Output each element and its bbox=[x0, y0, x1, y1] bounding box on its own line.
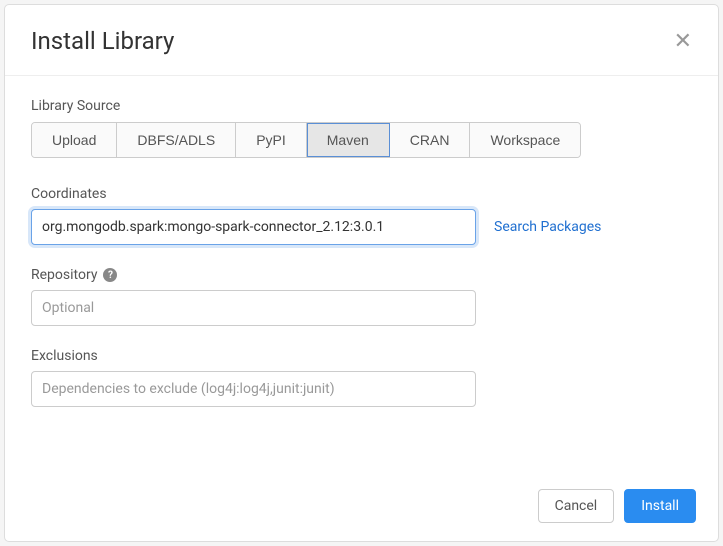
coordinates-input[interactable] bbox=[31, 209, 476, 245]
install-button[interactable]: Install bbox=[624, 489, 696, 523]
search-packages-link[interactable]: Search Packages bbox=[494, 219, 601, 235]
exclusions-section: Exclusions bbox=[31, 348, 692, 407]
library-source-tabs: Upload DBFS/ADLS PyPI Maven CRAN Workspa… bbox=[31, 122, 581, 158]
modal-body: Library Source Upload DBFS/ADLS PyPI Mav… bbox=[5, 76, 718, 475]
close-button[interactable]: ✕ bbox=[674, 30, 692, 52]
modal-header: Install Library ✕ bbox=[5, 5, 718, 76]
install-library-modal: Install Library ✕ Library Source Upload … bbox=[4, 4, 719, 542]
repository-section: Repository ? bbox=[31, 267, 692, 326]
repository-input[interactable] bbox=[31, 290, 476, 326]
cancel-button[interactable]: Cancel bbox=[538, 489, 615, 523]
tab-maven[interactable]: Maven bbox=[307, 123, 390, 157]
exclusions-input[interactable] bbox=[31, 371, 476, 407]
tab-pypi[interactable]: PyPI bbox=[236, 123, 307, 157]
tab-dbfs-adls[interactable]: DBFS/ADLS bbox=[117, 123, 236, 157]
library-source-label: Library Source bbox=[31, 98, 692, 114]
library-source-section: Library Source Upload DBFS/ADLS PyPI Mav… bbox=[31, 98, 692, 158]
close-icon: ✕ bbox=[674, 28, 692, 53]
tab-cran[interactable]: CRAN bbox=[390, 123, 471, 157]
coordinates-label: Coordinates bbox=[31, 186, 692, 202]
exclusions-label: Exclusions bbox=[31, 348, 692, 364]
tab-upload[interactable]: Upload bbox=[32, 123, 117, 157]
repository-label: Repository ? bbox=[31, 267, 692, 283]
repository-label-text: Repository bbox=[31, 267, 97, 283]
coordinates-section: Coordinates Search Packages bbox=[31, 186, 692, 245]
modal-footer: Cancel Install bbox=[5, 475, 718, 541]
help-icon[interactable]: ? bbox=[103, 268, 117, 282]
modal-title: Install Library bbox=[31, 27, 174, 55]
tab-workspace[interactable]: Workspace bbox=[470, 123, 580, 157]
coordinates-row: Search Packages bbox=[31, 209, 692, 245]
